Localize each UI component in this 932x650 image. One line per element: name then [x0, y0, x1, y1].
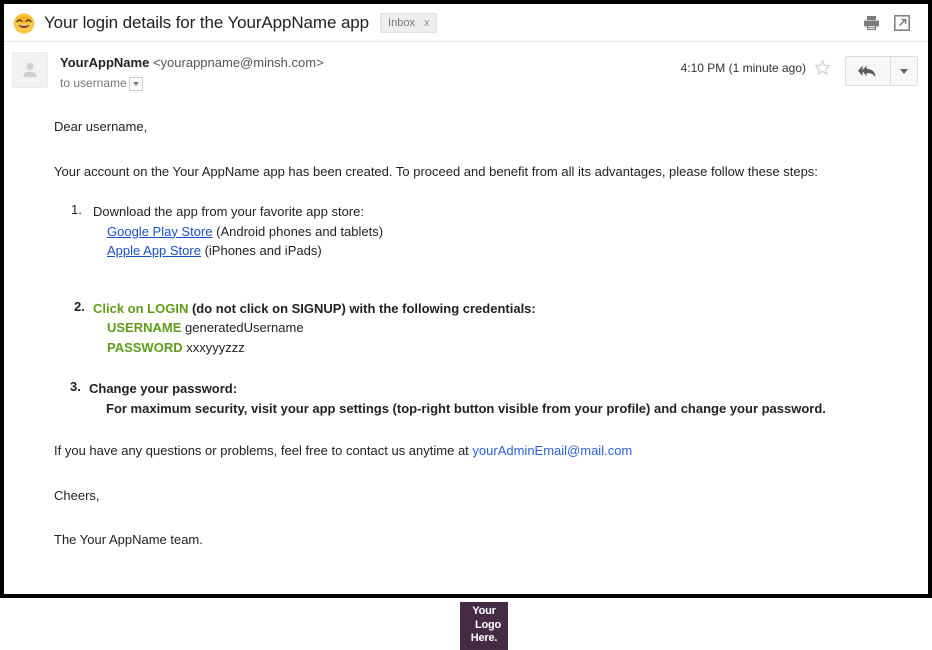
logo-line-3: Here.: [470, 632, 498, 645]
step-heading: Download the app from your favorite app …: [93, 204, 364, 220]
sender-email: <yourappname@minsh.com>: [152, 55, 324, 70]
apple-store-suffix: (iPhones and iPads): [200, 242, 322, 258]
timestamp: 4:10 PM (1 minute ago): [680, 61, 806, 75]
reply-all-button[interactable]: [846, 57, 890, 85]
grinning-smiling-eyes-emoji: [13, 12, 35, 34]
contact-prefix: If you have any questions or problems, f…: [54, 443, 473, 459]
team-line: The Your AppName team.: [54, 532, 203, 548]
avatar: [12, 52, 48, 88]
contact-line: If you have any questions or problems, f…: [54, 441, 914, 461]
label-chip-text: Inbox: [388, 16, 415, 29]
step-sub-line: Apple App Store (iPhones and iPads): [93, 241, 914, 260]
recipient-label: to username: [60, 75, 127, 90]
steps-list: 1. Download the app from your favorite a…: [54, 202, 914, 418]
apple-app-store-link[interactable]: Apple App Store: [107, 243, 201, 258]
label-chip-inbox[interactable]: Inbox x: [380, 12, 438, 33]
page-title: Your login details for the YourAppName a…: [44, 12, 370, 32]
chevron-down-icon[interactable]: [128, 76, 143, 91]
credential-username-row: USERNAME generatedUsername: [93, 318, 914, 338]
credential-password-row: PASSWORD xxxyyyzzz: [93, 338, 914, 358]
subject-bar: Your login details for the YourAppName a…: [4, 4, 928, 42]
recipient-line[interactable]: to username: [60, 75, 324, 92]
greeting-text: Dear username,: [54, 119, 148, 135]
email-body: Dear username, Your account on the Your …: [4, 92, 928, 650]
open-in-new-window-icon[interactable]: [894, 14, 910, 31]
step-item-2: 2. Click on LOGIN (do not click on SIGNU…: [54, 299, 914, 358]
step-number: 2.: [74, 298, 85, 314]
sender-line: YourAppName <yourappname@minsh.com>: [60, 54, 324, 73]
username-value: generatedUsername: [185, 320, 304, 336]
login-heading-rest: (do not click on SIGNUP) with the follow…: [188, 300, 536, 316]
signoff-text: Cheers,: [54, 487, 100, 503]
company-logo: Your Logo Here.: [460, 601, 508, 650]
step-heading: Change your password:: [89, 381, 238, 397]
google-play-suffix: (Android phones and tablets): [212, 223, 384, 239]
print-icon[interactable]: [863, 15, 880, 31]
logo-line-1: Your: [472, 605, 496, 618]
caret-triangle: [132, 81, 139, 86]
sender-row: YourAppName <yourappname@minsh.com> to u…: [4, 42, 928, 92]
google-play-store-link[interactable]: Google Play Store: [107, 224, 213, 239]
username-label: USERNAME: [107, 320, 182, 336]
reply-all-icon: [858, 65, 876, 78]
header-actions: [863, 14, 918, 31]
sender-name: YourAppName: [60, 55, 150, 70]
email-window: Your login details for the YourAppName a…: [0, 0, 932, 650]
step-item-1: 1. Download the app from your favorite a…: [54, 202, 914, 260]
reply-button-group: [845, 56, 918, 86]
message-actions: 4:10 PM (1 minute ago): [681, 52, 918, 92]
step-sub-line: Google Play Store (Android phones and ta…: [93, 222, 914, 241]
more-options-button[interactable]: [890, 57, 917, 85]
admin-email-link[interactable]: yourAdminEmail@mail.com: [472, 443, 632, 458]
close-icon[interactable]: x: [424, 17, 430, 29]
password-label: PASSWORD: [107, 339, 183, 355]
chevron-down-icon: [900, 68, 908, 74]
default-avatar-icon: [23, 62, 37, 77]
password-value: xxxyyyzzz: [186, 339, 245, 355]
logo-line-2: Logo: [474, 618, 502, 631]
footer-logo-wrap: Your Logo Here.: [54, 601, 914, 650]
sender-meta: YourAppName <yourappname@minsh.com> to u…: [60, 52, 324, 92]
login-emphasis: Click on LOGIN: [93, 300, 189, 316]
step-detail: For maximum security, visit your app set…: [106, 400, 826, 416]
intro-text: Your account on the Your AppName app has…: [54, 163, 818, 179]
star-outline-icon[interactable]: [814, 56, 831, 76]
step-heading: Click on LOGIN (do not click on SIGNUP) …: [93, 299, 914, 319]
step-number: 3.: [70, 379, 81, 395]
step-item-3: 3. Change your password: For maximum sec…: [54, 379, 914, 418]
step-number: 1.: [71, 202, 82, 218]
